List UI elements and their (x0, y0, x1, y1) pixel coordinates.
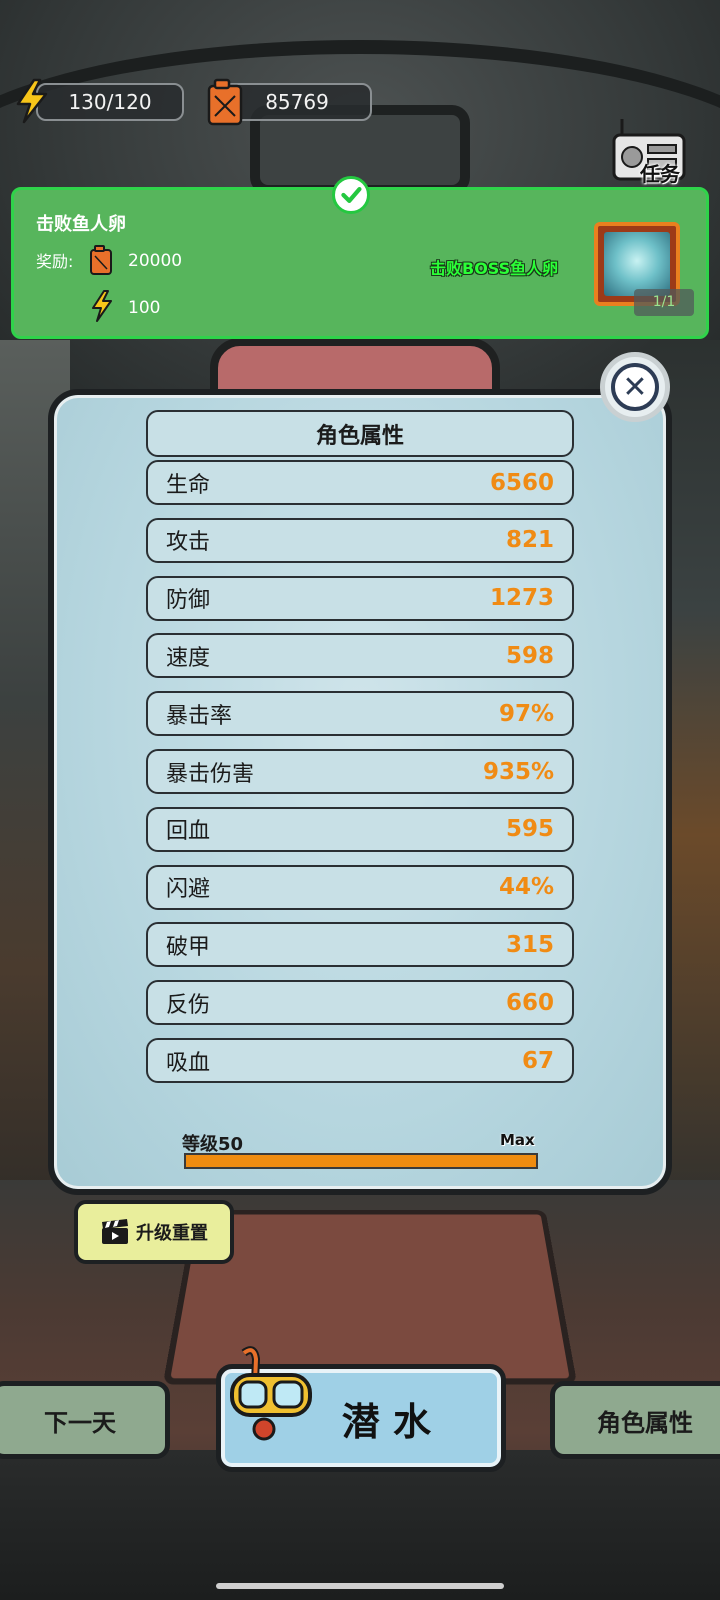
stat-value: 44% (498, 874, 554, 901)
quest-target: 击败BOSS鱼人卵 (430, 259, 559, 278)
stat-row: 反伤 660 (146, 980, 574, 1026)
fuel-value: 85769 (265, 90, 329, 114)
stat-value: 6560 (489, 469, 554, 496)
floor-shadow (0, 1450, 720, 1600)
stat-row: 吸血 67 (146, 1038, 574, 1083)
stat-name: 反伤 (166, 992, 211, 1018)
panel-title: 角色属性 (146, 410, 574, 457)
stat-row: 攻击 821 (146, 517, 574, 563)
stat-row: 暴击伤害 935% (146, 749, 574, 794)
close-button[interactable]: ✕ (600, 352, 670, 422)
stat-name: 回血 (166, 819, 211, 845)
next-day-button[interactable]: 下一天 (0, 1381, 170, 1459)
lightning-icon (92, 290, 112, 322)
quest-reward-energy: 100 (128, 298, 161, 318)
energy-value: 130/120 (68, 90, 152, 114)
quest-reward-fuel: 20000 (128, 251, 183, 271)
diving-mask-icon (230, 1346, 312, 1441)
stat-row: 闪避 44% (146, 864, 574, 910)
stat-value: 97% (498, 700, 554, 727)
stat-name: 暴击率 (166, 703, 233, 729)
close-icon: ✕ (611, 363, 659, 411)
stat-name: 闪避 (166, 877, 211, 903)
quest-reward-label: 奖励: (36, 252, 74, 271)
stat-row: 回血 595 (146, 806, 574, 852)
stat-value: 935% (482, 758, 554, 785)
character-attributes-button[interactable]: 角色属性 (550, 1381, 720, 1459)
next-day-label: 下一天 (44, 1408, 116, 1437)
stat-value: 595 (505, 816, 554, 843)
stat-value: 67 (521, 1047, 554, 1074)
checkmark-icon (332, 176, 370, 214)
fuel-can-icon (207, 78, 243, 126)
quest-progress: 1/1 (634, 289, 694, 316)
upgrade-reset-label: 升级重置 (136, 1223, 208, 1244)
energy-counter: 130/120 (36, 83, 184, 121)
level-progress-bar (184, 1153, 538, 1169)
fuel-can-icon (90, 245, 112, 275)
task-button-label[interactable]: 任务 (640, 158, 680, 187)
boss-egg-icon (604, 232, 670, 296)
stat-row: 破甲 315 (146, 922, 574, 968)
stat-value: 315 (505, 931, 554, 958)
lightning-icon (16, 78, 48, 124)
stat-name: 攻击 (166, 530, 211, 556)
stat-name: 速度 (166, 645, 211, 671)
level-max-label: Max (500, 1131, 535, 1149)
character-attributes-label: 角色属性 (597, 1408, 693, 1437)
stat-value: 660 (505, 989, 554, 1016)
dive-label: 潜 水 (341, 1399, 431, 1444)
stat-row: 防御 1273 (146, 575, 574, 621)
home-indicator (216, 1583, 504, 1589)
stat-name: 破甲 (166, 934, 211, 960)
stat-row: 生命 6560 (146, 460, 574, 505)
stat-value: 598 (505, 642, 554, 669)
upgrade-reset-button[interactable]: 升级重置 (74, 1200, 234, 1264)
stat-name: 暴击伤害 (166, 761, 255, 787)
stat-name: 吸血 (166, 1050, 211, 1076)
level-progress-fill (186, 1155, 536, 1167)
stat-name: 防御 (166, 588, 211, 614)
stat-value: 1273 (489, 585, 554, 612)
stat-row: 速度 598 (146, 633, 574, 679)
stat-value: 821 (505, 527, 554, 554)
video-clapper-icon (102, 1219, 128, 1244)
stat-name: 生命 (166, 472, 211, 498)
quest-title: 击败鱼人卵 (36, 214, 126, 235)
stat-row: 暴击率 97% (146, 691, 574, 737)
